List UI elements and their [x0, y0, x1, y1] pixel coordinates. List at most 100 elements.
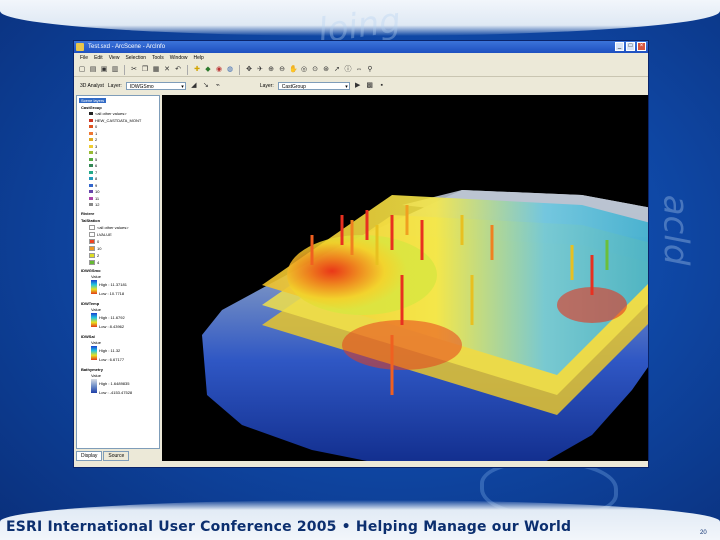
menu-tools[interactable]: Tools — [152, 53, 164, 63]
talstation-legend-item: 4 — [89, 260, 100, 266]
analyst-toolbar: 3D Analyst Layer: IDWGSmo ▾ ◢ ↘ ⌁ Layer:… — [74, 79, 648, 93]
layer-dropdown-value: IDWGSmo — [129, 84, 154, 90]
standard-toolbar: ▢ ▤ ▣ ▥ ✂ ❐ ▦ ✕ ↶ ✚ ◆ ◉ ◍ ✥ ✈ ⊕ ⊖ ✋ ◎ ⊙ … — [74, 63, 648, 77]
menu-window[interactable]: Window — [170, 53, 188, 63]
toc-layer-riviere[interactable]: Riviere — [81, 211, 94, 216]
arcscene-icon — [76, 43, 84, 51]
legend-swatch — [89, 203, 93, 207]
menu-edit[interactable]: Edit — [94, 53, 103, 63]
zoom-target-icon[interactable]: ⊛ — [322, 66, 330, 74]
layer2-dropdown-value: CastGroup — [281, 84, 306, 90]
analyst-menu[interactable]: 3D Analyst — [80, 83, 104, 89]
ramp-low: Low : 10.7718 — [99, 291, 125, 296]
legend-swatch — [89, 183, 93, 187]
layer2-dropdown[interactable]: CastGroup ▾ — [277, 82, 350, 90]
minimize-button[interactable]: _ — [615, 42, 624, 51]
menu-file[interactable]: File — [80, 53, 88, 63]
castgroup-legend-item: 0 — [89, 124, 97, 129]
toc-layer-talstation[interactable]: TalStation — [81, 218, 100, 223]
select-icon[interactable]: ➚ — [333, 66, 341, 74]
menu-selection[interactable]: Selection — [125, 53, 146, 63]
copy-icon[interactable]: ❐ — [141, 66, 149, 74]
print-icon[interactable]: ▥ — [111, 66, 119, 74]
paste-icon[interactable]: ▦ — [152, 66, 160, 74]
ramp-low: Low : -4153.47528 — [99, 390, 133, 395]
layer-dropdown[interactable]: IDWGSmo ▾ — [125, 82, 186, 90]
castgroup-legend-item: 6 — [89, 163, 97, 168]
legend-swatch — [89, 196, 93, 200]
delete-icon[interactable]: ✕ — [163, 66, 171, 74]
legend-swatch — [89, 232, 95, 238]
add-data-icon[interactable]: ✚ — [193, 66, 201, 74]
castgroup-legend-item: 12 — [89, 202, 99, 207]
toc-layer-castgroup[interactable]: CastGroup — [81, 105, 102, 110]
chevron-down-icon: ▾ — [345, 84, 348, 90]
undo-icon[interactable]: ↶ — [174, 66, 182, 74]
value-label: Value — [91, 373, 101, 378]
legend-label: HEW_CASTDATA_MONT — [95, 117, 142, 123]
legend-label: 9 — [95, 182, 98, 188]
talstation-legend-item: 2 — [89, 253, 99, 259]
talstation-legend-item: 0 — [89, 239, 99, 245]
color-ramp — [91, 379, 97, 393]
castgroup-legend-item: 5 — [89, 157, 97, 162]
toolbar-separator — [124, 64, 125, 75]
pan-icon[interactable]: ✋ — [289, 66, 298, 74]
castgroup-legend-item: 8 — [89, 176, 97, 181]
target-icon[interactable]: ⊙ — [311, 66, 319, 74]
toc-layer-idwgsmo[interactable]: IDWGSmo — [81, 268, 101, 273]
legend-swatch — [89, 118, 93, 122]
castgroup-legend-item: HEW_CASTDATA_MONT — [89, 118, 141, 123]
tab-display[interactable]: Display — [76, 451, 103, 461]
scene-props-icon[interactable]: ◉ — [215, 66, 223, 74]
legend-label: 0 — [95, 124, 98, 129]
legend-label: 4 — [97, 260, 100, 265]
toc-tabs: Display Source — [76, 451, 130, 461]
table-of-contents[interactable]: Scene layers CastGroup <all other values… — [76, 95, 160, 449]
capture-icon[interactable]: ▩ — [366, 82, 374, 90]
line-of-sight-icon[interactable]: ⌁ — [214, 82, 222, 90]
scene-view[interactable] — [162, 95, 648, 461]
menu-help[interactable]: Help — [194, 53, 204, 63]
cut-icon[interactable]: ✂ — [130, 66, 138, 74]
layer-icon[interactable]: ◆ — [204, 66, 212, 74]
menu-view[interactable]: View — [109, 53, 120, 63]
legend-swatch — [89, 131, 93, 135]
contour-icon[interactable]: ◢ — [190, 82, 198, 90]
measure-icon[interactable]: ⇔ — [355, 66, 363, 74]
legend-swatch — [89, 125, 93, 129]
save-icon[interactable]: ▣ — [100, 66, 108, 74]
hotspot — [342, 320, 462, 370]
toc-layer-idwtemp[interactable]: IDWTemp — [81, 301, 99, 306]
refresh-icon[interactable]: ◍ — [226, 66, 234, 74]
tab-source[interactable]: Source — [103, 451, 130, 461]
value-label: Value — [91, 274, 101, 279]
zoom-out-icon[interactable]: ⊖ — [278, 66, 286, 74]
close-button[interactable]: × — [637, 42, 646, 51]
navigate-icon[interactable]: ✥ — [245, 66, 253, 74]
toc-layer-idwsal[interactable]: IDWSal — [81, 334, 95, 339]
find-icon[interactable]: ⚲ — [366, 66, 374, 74]
full-extent-icon[interactable]: ◎ — [300, 66, 308, 74]
color-ramp — [91, 346, 97, 360]
layer2-label: Layer: — [259, 83, 274, 89]
footer-title: ESRI International User Conference 2005 … — [6, 519, 572, 535]
camera-icon[interactable]: ▪ — [378, 82, 386, 90]
identify-icon[interactable]: ⓘ — [344, 66, 352, 74]
castgroup-legend-item: <all other values> — [89, 111, 127, 116]
legend-label: 10 — [95, 189, 100, 194]
fly-icon[interactable]: ✈ — [256, 66, 264, 74]
animation-icon[interactable]: ▶ — [354, 82, 362, 90]
toc-root[interactable]: Scene layers — [79, 98, 107, 103]
legend-label: 5 — [95, 156, 98, 162]
title-bar[interactable]: Test.sxd - ArcScene - ArcInfo _ □ × — [74, 41, 648, 53]
toc-layer-bathymetry[interactable]: Bathymetry — [81, 367, 103, 372]
zoom-in-icon[interactable]: ⊕ — [267, 66, 275, 74]
new-icon[interactable]: ▢ — [78, 66, 86, 74]
steepest-path-icon[interactable]: ↘ — [202, 82, 210, 90]
castgroup-legend-item: 11 — [89, 196, 99, 201]
open-icon[interactable]: ▤ — [89, 66, 97, 74]
maximize-button[interactable]: □ — [626, 42, 635, 51]
talstation-legend-item: LVALUE — [89, 232, 112, 238]
legend-swatch — [89, 239, 95, 245]
